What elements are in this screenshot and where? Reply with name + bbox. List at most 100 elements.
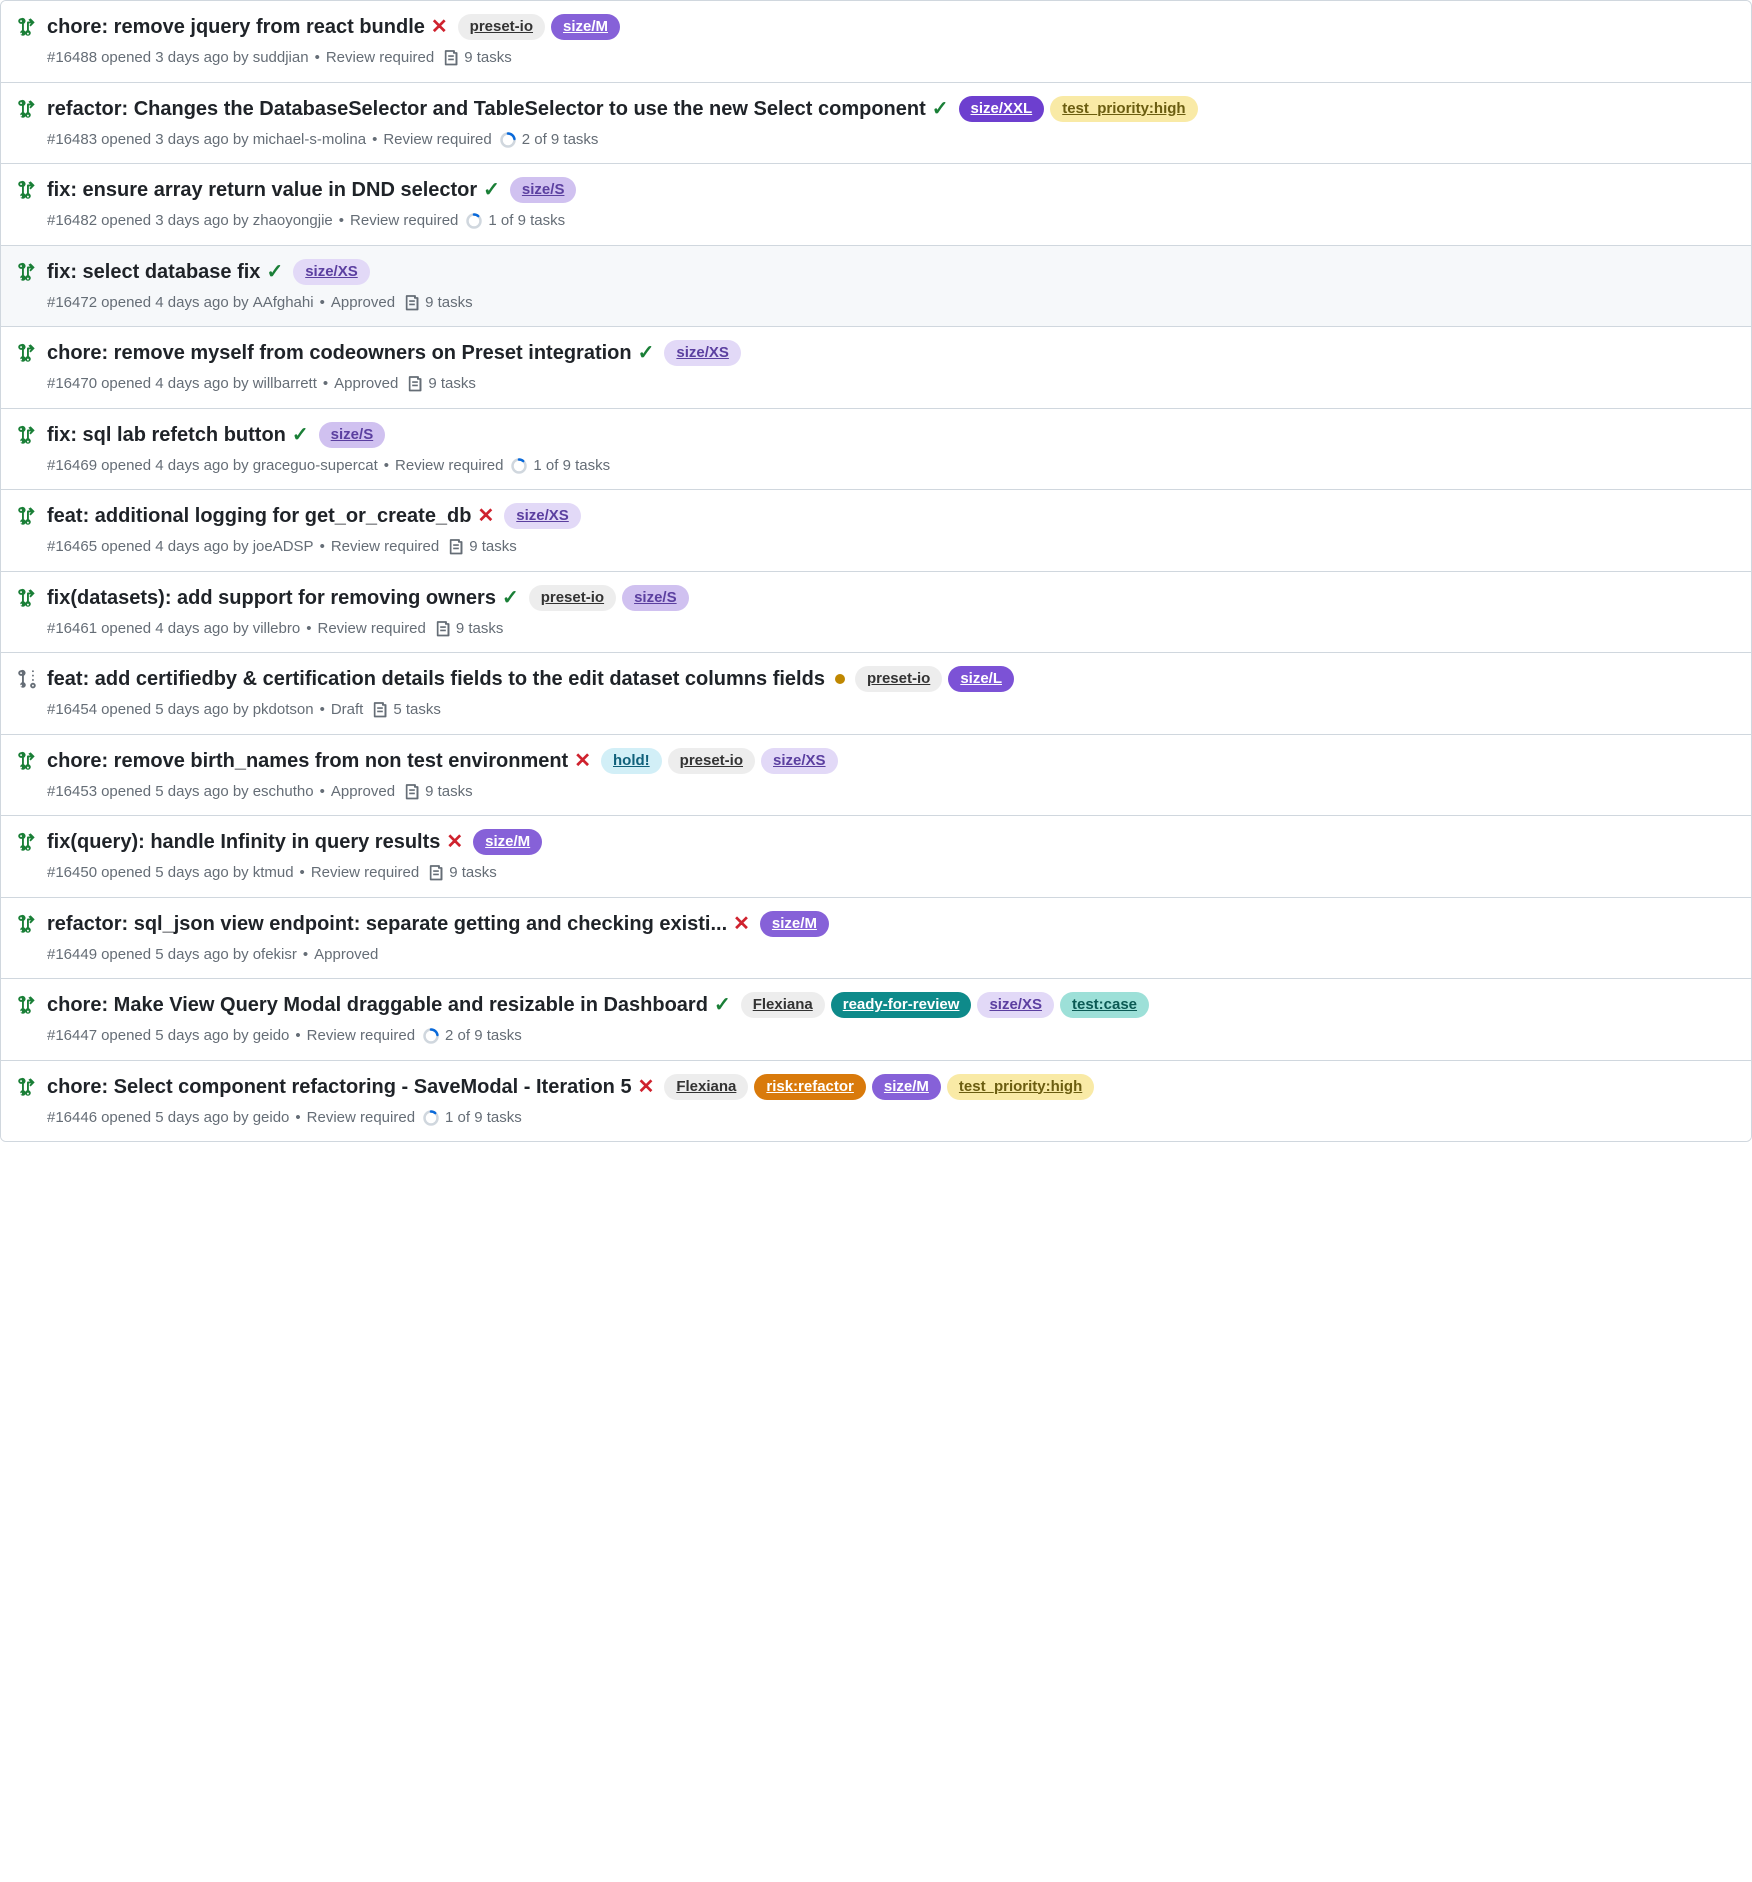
status-failure-icon: ✕ (638, 1073, 655, 1101)
task-count: 9 tasks (456, 618, 504, 641)
pull-request-row[interactable]: chore: Make View Query Modal draggable a… (1, 978, 1751, 1060)
pull-request-row[interactable]: chore: remove myself from codeowners on … (1, 326, 1751, 408)
pull-request-row[interactable]: chore: remove jquery from react bundle ✕… (1, 1, 1751, 82)
label[interactable]: ready-for-review (831, 992, 972, 1018)
task-count: 2 of 9 tasks (522, 129, 599, 152)
pr-title-link[interactable]: fix: sql lab refetch button (47, 421, 286, 449)
pr-title-link[interactable]: refactor: sql_json view endpoint: separa… (47, 910, 727, 938)
git-pull-request-open-icon (17, 24, 37, 40)
pull-request-row[interactable]: feat: additional logging for get_or_crea… (1, 489, 1751, 571)
task-progress-icon (423, 1110, 439, 1126)
status-success-icon: ✓ (266, 258, 283, 286)
opened-text: opened 4 days ago by (101, 373, 249, 396)
opened-text: opened 3 days ago by (101, 129, 249, 152)
task-progress-icon (511, 458, 527, 474)
author-link[interactable]: villebro (253, 618, 301, 641)
label[interactable]: preset-io (458, 14, 545, 40)
status-success-icon: ✓ (714, 991, 731, 1019)
label[interactable]: size/S (510, 177, 577, 203)
label[interactable]: size/XS (664, 340, 741, 366)
opened-text: opened 5 days ago by (101, 781, 249, 804)
checklist-icon (442, 49, 460, 67)
label[interactable]: risk:refactor (754, 1074, 866, 1100)
task-count: 5 tasks (393, 699, 441, 722)
pr-title-link[interactable]: feat: additional logging for get_or_crea… (47, 502, 472, 530)
git-pull-request-open-icon (17, 839, 37, 855)
pull-request-row[interactable]: chore: remove birth_names from non test … (1, 734, 1751, 816)
pull-request-row[interactable]: fix(datasets): add support for removing … (1, 571, 1751, 653)
opened-text: opened 5 days ago by (101, 1025, 249, 1048)
label[interactable]: test_priority:high (1050, 96, 1197, 122)
author-link[interactable]: AAfghahi (253, 292, 314, 315)
pull-request-row[interactable]: chore: Select component refactoring - Sa… (1, 1060, 1751, 1142)
pull-request-row[interactable]: fix: sql lab refetch button ✓ size/S#164… (1, 408, 1751, 490)
pr-title-link[interactable]: fix: ensure array return value in DND se… (47, 176, 477, 204)
pr-title-link[interactable]: refactor: Changes the DatabaseSelector a… (47, 95, 926, 123)
author-link[interactable]: ktmud (253, 862, 294, 885)
label[interactable]: size/L (948, 666, 1014, 692)
review-status: Review required (395, 455, 503, 478)
status-failure-icon: ✕ (733, 910, 750, 938)
pr-title-link[interactable]: chore: remove jquery from react bundle (47, 13, 425, 41)
opened-text: opened 5 days ago by (101, 1107, 249, 1130)
pull-request-row[interactable]: refactor: Changes the DatabaseSelector a… (1, 82, 1751, 164)
pr-title-link[interactable]: fix: select database fix (47, 258, 260, 286)
label[interactable]: size/XS (977, 992, 1054, 1018)
pr-title-link[interactable]: feat: add certifiedby & certification de… (47, 665, 825, 693)
status-success-icon: ✓ (502, 584, 519, 612)
pull-request-row[interactable]: feat: add certifiedby & certification de… (1, 652, 1751, 734)
pull-request-row[interactable]: refactor: sql_json view endpoint: separa… (1, 897, 1751, 979)
checklist-icon (434, 620, 452, 638)
label[interactable]: size/S (622, 585, 689, 611)
pr-number: #16469 (47, 455, 97, 478)
opened-text: opened 4 days ago by (101, 536, 249, 559)
pr-title-link[interactable]: chore: remove birth_names from non test … (47, 747, 568, 775)
pull-request-row[interactable]: fix(query): handle Infinity in query res… (1, 815, 1751, 897)
label[interactable]: preset-io (668, 748, 755, 774)
opened-text: opened 4 days ago by (101, 455, 249, 478)
review-status: Review required (383, 129, 491, 152)
label[interactable]: size/M (473, 829, 542, 855)
author-link[interactable]: geido (253, 1107, 290, 1130)
author-link[interactable]: graceguo-supercat (253, 455, 378, 478)
label[interactable]: preset-io (855, 666, 942, 692)
pull-request-list: chore: remove jquery from react bundle ✕… (0, 0, 1752, 1142)
author-link[interactable]: zhaoyongjie (253, 210, 333, 233)
pr-number: #16447 (47, 1025, 97, 1048)
author-link[interactable]: geido (253, 1025, 290, 1048)
label[interactable]: size/S (319, 422, 386, 448)
pr-title-link[interactable]: fix(query): handle Infinity in query res… (47, 828, 440, 856)
label[interactable]: preset-io (529, 585, 616, 611)
label[interactable]: size/M (760, 911, 829, 937)
pull-request-row[interactable]: fix: select database fix ✓ size/XS#16472… (1, 245, 1751, 327)
git-pull-request-open-icon (17, 513, 37, 529)
pr-title-link[interactable]: fix(datasets): add support for removing … (47, 584, 496, 612)
author-link[interactable]: pkdotson (253, 699, 314, 722)
label[interactable]: Flexiana (741, 992, 825, 1018)
author-link[interactable]: michael-s-molina (253, 129, 366, 152)
checklist-icon (447, 538, 465, 556)
pull-request-row[interactable]: fix: ensure array return value in DND se… (1, 163, 1751, 245)
label[interactable]: size/XS (504, 503, 581, 529)
label[interactable]: size/M (872, 1074, 941, 1100)
label[interactable]: Flexiana (664, 1074, 748, 1100)
label[interactable]: hold! (601, 748, 662, 774)
label[interactable]: test_priority:high (947, 1074, 1094, 1100)
checklist-icon (403, 783, 421, 801)
opened-text: opened 5 days ago by (101, 862, 249, 885)
label[interactable]: size/M (551, 14, 620, 40)
label[interactable]: test:case (1060, 992, 1149, 1018)
label[interactable]: size/XXL (959, 96, 1045, 122)
pr-title-link[interactable]: chore: remove myself from codeowners on … (47, 339, 632, 367)
author-link[interactable]: ofekisr (253, 944, 297, 967)
pr-title-link[interactable]: chore: Make View Query Modal draggable a… (47, 991, 708, 1019)
opened-text: opened 5 days ago by (101, 699, 249, 722)
pr-title-link[interactable]: chore: Select component refactoring - Sa… (47, 1073, 632, 1101)
author-link[interactable]: eschutho (253, 781, 314, 804)
opened-text: opened 3 days ago by (101, 210, 249, 233)
author-link[interactable]: suddjian (253, 47, 309, 70)
label[interactable]: size/XS (761, 748, 838, 774)
label[interactable]: size/XS (293, 259, 370, 285)
author-link[interactable]: joeADSP (253, 536, 314, 559)
author-link[interactable]: willbarrett (253, 373, 317, 396)
